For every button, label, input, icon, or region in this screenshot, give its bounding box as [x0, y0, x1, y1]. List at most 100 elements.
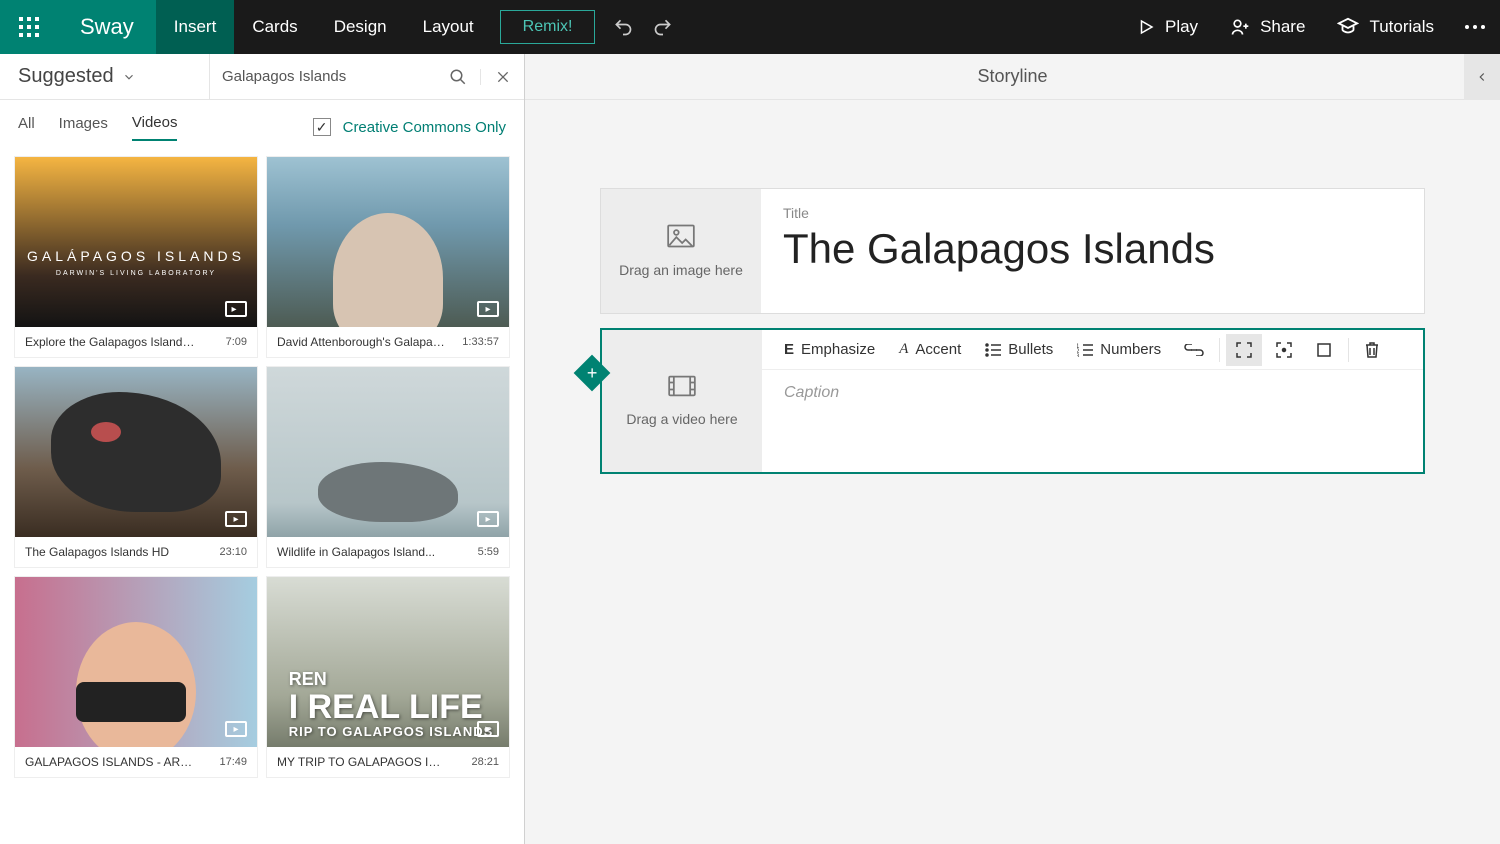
app-launcher-button[interactable]: [0, 0, 58, 54]
chevron-down-icon: [122, 70, 136, 84]
video-icon: ▸: [477, 721, 499, 737]
video-drop-hint: Drag a video here: [626, 411, 737, 427]
video-card[interactable]: Drag a video here E Emphasize A Accent: [600, 328, 1425, 474]
menu-layout[interactable]: Layout: [405, 0, 492, 54]
tab-all[interactable]: All: [18, 115, 35, 140]
tutorials-icon: [1337, 16, 1359, 38]
trash-icon: [1364, 341, 1380, 359]
source-label: Suggested: [18, 65, 114, 88]
numbers-icon: 123: [1077, 343, 1093, 357]
tab-videos[interactable]: Videos: [132, 114, 178, 141]
numbers-button[interactable]: 123 Numbers: [1067, 334, 1171, 366]
video-icon: ▸: [477, 301, 499, 317]
video-icon: ▸: [225, 301, 247, 317]
menu-insert[interactable]: Insert: [156, 0, 235, 54]
svg-text:3: 3: [1077, 354, 1080, 357]
ellipsis-icon: [1464, 24, 1486, 30]
video-icon: ▸: [225, 721, 247, 737]
creative-commons-label: Creative Commons Only: [343, 119, 506, 136]
video-result[interactable]: REN I REAL LIFE RIP TO GALAPGOS ISLANDS …: [266, 576, 510, 778]
video-meta: Wildlife in Galapagos Island... 5:59: [267, 537, 509, 567]
image-drop-zone[interactable]: Drag an image here: [601, 189, 761, 313]
italic-icon: A: [899, 341, 908, 358]
video-duration: 28:21: [471, 756, 499, 768]
image-drop-hint: Drag an image here: [619, 262, 743, 278]
storyline-header: Storyline: [525, 54, 1500, 100]
bullets-icon: [985, 343, 1001, 357]
video-icon: ▸: [225, 511, 247, 527]
card-toolbar: E Emphasize A Accent Bullets 123: [762, 330, 1423, 370]
main-area: Suggested All Images Videos ✓ Creative C…: [0, 54, 1500, 844]
play-label: Play: [1165, 17, 1198, 37]
storyline-panel: Storyline Drag an image here Title The G…: [525, 54, 1500, 844]
video-icon: ▸: [477, 511, 499, 527]
focus-center-icon: [1275, 341, 1293, 359]
video-result[interactable]: ▸ GALAPAGOS ISLANDS - ARE THEY... 17:49: [14, 576, 258, 778]
undo-button[interactable]: [603, 0, 643, 54]
source-dropdown[interactable]: Suggested: [0, 54, 210, 99]
checkbox-checked-icon: ✓: [313, 118, 331, 136]
video-thumbnail: ▸: [15, 577, 257, 747]
delete-button[interactable]: [1355, 334, 1389, 366]
accent-button[interactable]: A Accent: [889, 334, 971, 366]
video-result[interactable]: ▸ Wildlife in Galapagos Island... 5:59: [266, 366, 510, 568]
thumb-overlay-text: DARWIN'S LIVING LABORATORY: [27, 270, 245, 277]
title-card-body: Title The Galapagos Islands: [761, 189, 1424, 313]
app-name: Sway: [58, 0, 156, 54]
thumb-overlay-text: I REAL LIFE: [289, 690, 494, 724]
crop-button[interactable]: [1306, 334, 1342, 366]
video-result[interactable]: ▸ David Attenborough's Galapagos... 1:33…: [266, 156, 510, 358]
tutorials-label: Tutorials: [1369, 17, 1434, 37]
bullets-label: Bullets: [1008, 341, 1053, 358]
video-icon: [668, 375, 696, 397]
more-button[interactable]: [1450, 0, 1500, 54]
insert-panel: Suggested All Images Videos ✓ Creative C…: [0, 54, 525, 844]
video-duration: 7:09: [226, 336, 247, 348]
storyline-canvas: Drag an image here Title The Galapagos I…: [525, 100, 1500, 844]
chevron-left-icon: [1475, 70, 1489, 84]
image-icon: [667, 224, 695, 248]
share-button[interactable]: Share: [1214, 0, 1321, 54]
bold-icon: E: [784, 341, 794, 358]
title-card[interactable]: Drag an image here Title The Galapagos I…: [600, 188, 1425, 314]
bullets-button[interactable]: Bullets: [975, 334, 1063, 366]
redo-icon: [653, 17, 673, 37]
tab-images[interactable]: Images: [59, 115, 108, 140]
collapse-button[interactable]: [1464, 54, 1500, 100]
storyline-label: Storyline: [977, 66, 1047, 87]
search-button[interactable]: [436, 68, 480, 86]
close-panel-button[interactable]: [480, 69, 524, 85]
redo-button[interactable]: [643, 0, 683, 54]
video-meta: GALAPAGOS ISLANDS - ARE THEY... 17:49: [15, 747, 257, 777]
video-thumbnail: ▸: [267, 157, 509, 327]
menu-design[interactable]: Design: [316, 0, 405, 54]
result-type-tabs: All Images Videos ✓ Creative Commons Onl…: [0, 100, 524, 144]
remix-button[interactable]: Remix!: [500, 10, 596, 44]
search-box: [210, 54, 524, 99]
video-result[interactable]: GALÁPAGOS ISLANDS DARWIN'S LIVING LABORA…: [14, 156, 258, 358]
video-duration: 17:49: [219, 756, 247, 768]
title-text[interactable]: The Galapagos Islands: [783, 225, 1402, 273]
caption-input[interactable]: Caption: [762, 370, 1423, 472]
menu-cards[interactable]: Cards: [234, 0, 315, 54]
video-meta: The Galapagos Islands HD 23:10: [15, 537, 257, 567]
link-button[interactable]: [1175, 334, 1213, 366]
thumb-overlay-text: GALÁPAGOS ISLANDS: [27, 248, 245, 264]
plus-icon: +: [587, 364, 598, 382]
search-input[interactable]: [210, 68, 436, 85]
creative-commons-toggle[interactable]: ✓ Creative Commons Only: [313, 118, 506, 136]
video-drop-zone[interactable]: Drag a video here: [602, 330, 762, 472]
focus-point-button[interactable]: [1266, 334, 1302, 366]
focus-auto-button[interactable]: [1226, 334, 1262, 366]
tutorials-button[interactable]: Tutorials: [1321, 0, 1450, 54]
video-result[interactable]: ▸ The Galapagos Islands HD 23:10: [14, 366, 258, 568]
video-thumbnail: ▸: [15, 367, 257, 537]
insert-panel-header: Suggested: [0, 54, 524, 100]
link-icon: [1184, 344, 1204, 356]
emphasize-button[interactable]: E Emphasize: [774, 334, 885, 366]
accent-label: Accent: [915, 341, 961, 358]
video-duration: 5:59: [478, 546, 499, 558]
thumb-overlay-text: REN: [289, 669, 494, 690]
play-button[interactable]: Play: [1121, 0, 1214, 54]
crop-icon: [1315, 341, 1333, 359]
